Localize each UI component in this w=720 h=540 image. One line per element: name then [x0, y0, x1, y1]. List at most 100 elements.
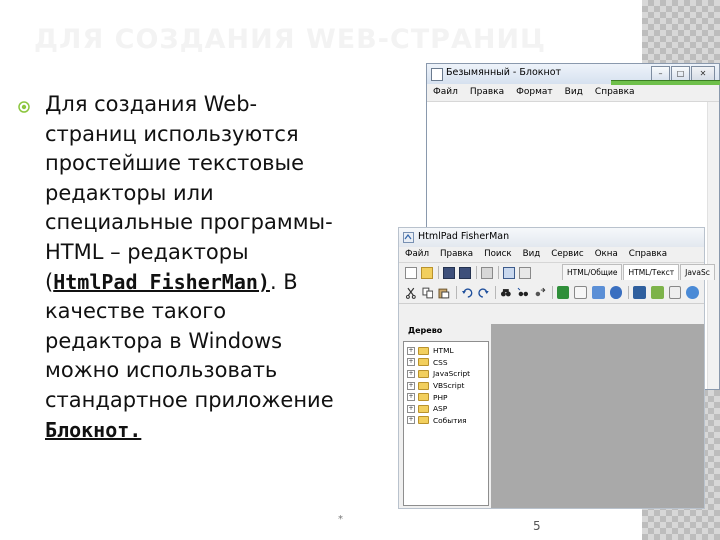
tree-item-javascript[interactable]: + JavaScript [404, 368, 488, 380]
expand-icon[interactable]: + [407, 381, 415, 390]
notepad-menu-edit[interactable]: Правка [464, 84, 510, 101]
validate-icon[interactable] [633, 286, 646, 299]
find-icon[interactable] [500, 287, 512, 299]
tab-javascript[interactable]: JavaSc [680, 264, 715, 280]
htmlpad-titlebar: HtmlPad FisherMan [399, 228, 704, 247]
tab-html-text[interactable]: HTML/Текст [623, 264, 680, 280]
folder-icon [418, 381, 429, 390]
insert-comment-icon[interactable] [574, 286, 587, 299]
cut-icon[interactable] [405, 287, 417, 299]
htmlpad-menu-edit[interactable]: Правка [434, 247, 478, 262]
new-file-icon[interactable] [405, 266, 417, 279]
toolbar-separator [498, 266, 499, 279]
tree-item-label: JavaScript [433, 369, 471, 379]
open-folder-icon[interactable] [421, 266, 433, 279]
slide-title: ДЛЯ СОЗДАНИЯ WEB-СТРАНИЦ [34, 24, 547, 55]
body-intro: Для создания Web-страниц используются пр… [45, 92, 333, 294]
tab-html-general[interactable]: HTML/Общие [562, 264, 623, 280]
print-icon[interactable] [481, 266, 493, 279]
notepad-menu-view[interactable]: Вид [559, 84, 589, 101]
toolbar-separator [628, 286, 630, 299]
htmlpad-menu-service[interactable]: Сервис [545, 247, 588, 262]
toolbar-separator [495, 286, 497, 299]
tree-item-label: CSS [433, 357, 448, 367]
htmlpad-title: HtmlPad FisherMan [418, 231, 510, 242]
insert-image-icon[interactable] [591, 286, 605, 299]
minimize-icon[interactable]: – [651, 66, 670, 81]
close-icon[interactable]: ✕ [691, 66, 715, 81]
expand-icon[interactable]: + [407, 369, 415, 378]
expand-icon[interactable]: + [407, 416, 415, 425]
notepad-scrollbar[interactable] [707, 102, 719, 389]
expand-icon[interactable]: + [407, 404, 415, 413]
expand-icon[interactable]: + [407, 393, 415, 402]
tree-item-php[interactable]: + PHP [404, 391, 488, 403]
toolbar-separator [456, 286, 458, 299]
htmlpad-tag-tabs: HTML/Общие HTML/Текст JavaSc [562, 264, 716, 280]
check-icon[interactable] [668, 286, 682, 299]
save-all-icon[interactable] [459, 266, 471, 279]
expand-icon[interactable]: + [407, 346, 415, 355]
tree-item-label: ASP [433, 404, 448, 414]
folder-icon [418, 358, 429, 367]
insert-link-icon[interactable] [609, 286, 623, 299]
folder-icon [418, 369, 429, 378]
window-icon[interactable] [503, 266, 515, 279]
find-next-icon[interactable] [517, 287, 529, 299]
tree-item-asp[interactable]: + ASP [404, 403, 488, 415]
redo-icon[interactable] [478, 287, 490, 299]
page-number: 5 [533, 519, 541, 533]
notepad-window-controls: – □ ✕ [651, 66, 715, 81]
notepad-app-icon [431, 68, 443, 81]
tree-item-html[interactable]: + HTML [404, 345, 488, 357]
htmlpad-toolbar-main: HTML/Общие HTML/Текст JavaSc [399, 263, 715, 282]
htmlpad-app-icon [403, 232, 414, 243]
tree-item-events[interactable]: + События [404, 415, 488, 427]
folder-icon [418, 346, 429, 355]
notepad-link[interactable]: Блокнот. [45, 418, 141, 442]
htmlpad-menubar: Файл Правка Поиск Вид Сервис Окна Справк… [399, 247, 704, 263]
slide-body-text: Для создания Web-страниц используются пр… [45, 90, 345, 445]
notepad-menu-format[interactable]: Формат [510, 84, 559, 101]
save-icon[interactable] [443, 266, 455, 279]
htmlpad-window: HtmlPad FisherMan Файл Правка Поиск Вид … [398, 227, 715, 509]
htmlpad-menu-view[interactable]: Вид [517, 247, 546, 262]
tree-item-label: События [433, 415, 467, 425]
toolbar-separator [476, 266, 477, 279]
folder-icon [418, 393, 429, 402]
htmlpad-tree-panel: Дерево + HTML + CSS + JavaScript + VBScr… [403, 324, 489, 506]
undo-icon[interactable] [461, 287, 473, 299]
maximize-icon[interactable]: □ [671, 66, 690, 81]
tree-item-label: HTML [433, 346, 454, 356]
tree-item-label: PHP [433, 392, 448, 402]
notepad-menu-file[interactable]: Файл [427, 84, 464, 101]
htmlpad-menu-windows[interactable]: Окна [589, 247, 623, 262]
panel-icon[interactable] [519, 266, 531, 279]
htmlpad-link[interactable]: HtmlPad FisherMan) [53, 270, 270, 294]
notepad-highlight-bar [611, 80, 720, 85]
notepad-menu-help[interactable]: Справка [589, 84, 641, 101]
expand-icon[interactable]: + [407, 358, 415, 367]
notepad-menubar: Файл Правка Формат Вид Справка [427, 84, 719, 102]
tree-item-css[interactable]: + CSS [404, 357, 488, 369]
notepad-titlebar: Безымянный - Блокнот – □ ✕ [427, 64, 720, 85]
insert-tag-icon[interactable] [556, 286, 570, 299]
tree-item-vbscript[interactable]: + VBScript [404, 380, 488, 392]
replace-icon[interactable] [534, 287, 546, 299]
tree-item-label: VBScript [433, 381, 465, 391]
copy-icon[interactable] [422, 287, 434, 299]
toolbar-separator [551, 286, 553, 299]
folder-icon [418, 416, 429, 425]
htmlpad-menu-search[interactable]: Поиск [478, 247, 517, 262]
htmlpad-toolbar-edit [399, 282, 704, 304]
paste-icon[interactable] [438, 287, 450, 299]
toolbar-separator [438, 266, 439, 279]
folder-icon [418, 404, 429, 413]
footer-mark: * [338, 514, 343, 525]
style-icon[interactable] [650, 286, 664, 299]
preview-icon[interactable] [686, 286, 699, 299]
htmlpad-workspace[interactable] [491, 324, 704, 508]
htmlpad-menu-file[interactable]: Файл [399, 247, 434, 262]
tree-view: + HTML + CSS + JavaScript + VBScript + P… [403, 341, 489, 506]
htmlpad-menu-help[interactable]: Справка [623, 247, 672, 262]
